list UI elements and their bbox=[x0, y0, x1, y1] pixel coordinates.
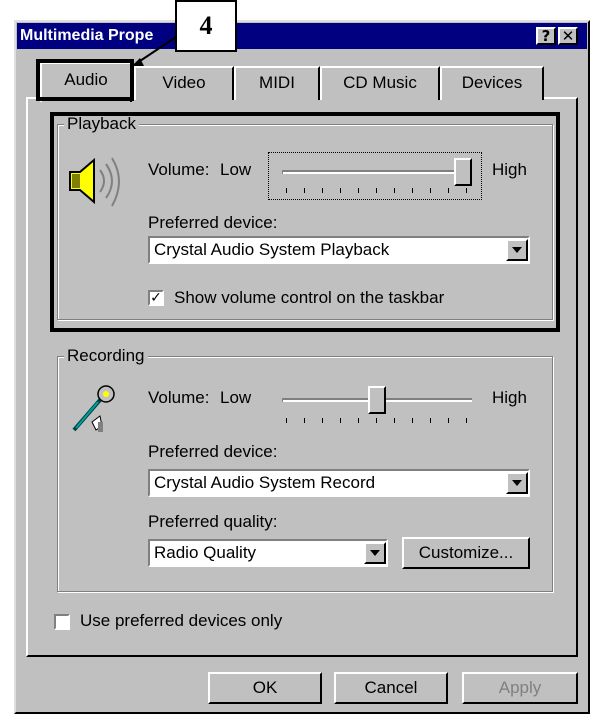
ok-label: OK bbox=[252, 678, 278, 697]
ok-button[interactable]: OK bbox=[208, 672, 322, 704]
slider-tick bbox=[412, 188, 413, 193]
recording-volume-label: Volume: bbox=[148, 388, 210, 407]
callout-number: 4 bbox=[175, 0, 237, 52]
microphone-icon bbox=[72, 385, 115, 432]
quality-dropdown[interactable]: Radio Quality bbox=[148, 539, 388, 567]
recording-preferred-device-label: Preferred device: bbox=[148, 442, 278, 461]
speaker-icon bbox=[69, 157, 120, 207]
show-volume-control-checkbox[interactable]: ✓ bbox=[148, 290, 164, 306]
tab-devices-label: Devices bbox=[461, 73, 523, 92]
customize-label: Customize... bbox=[418, 543, 514, 562]
slider-tick bbox=[412, 418, 413, 423]
slider-tick bbox=[358, 418, 359, 423]
cancel-label: Cancel bbox=[364, 678, 418, 697]
apply-button[interactable]: Apply bbox=[462, 672, 578, 704]
playback-low-label: Low bbox=[220, 160, 252, 179]
apply-label: Apply bbox=[498, 678, 542, 697]
slider-tick bbox=[466, 188, 467, 193]
playback-volume-text: Volume: bbox=[148, 160, 210, 179]
close-button[interactable]: ✕ bbox=[558, 27, 578, 45]
slider-tick bbox=[322, 418, 323, 423]
recording-slider-ticks bbox=[286, 418, 467, 424]
recording-device-dropdown[interactable]: Crystal Audio System Record bbox=[148, 469, 530, 497]
recording-group-label: Recording bbox=[64, 347, 148, 365]
recording-high-label: High bbox=[492, 388, 527, 407]
recording-dropdown-arrow-icon[interactable] bbox=[506, 472, 528, 494]
slider-tick bbox=[394, 188, 395, 193]
quality-value: Radio Quality bbox=[154, 543, 257, 562]
slider-tick bbox=[376, 418, 377, 423]
slider-tick bbox=[304, 188, 305, 193]
slider-tick bbox=[376, 188, 377, 193]
audio-tab-highlight bbox=[36, 59, 134, 101]
tab-devices[interactable]: Devices bbox=[440, 66, 544, 100]
slider-tick bbox=[466, 418, 467, 423]
customize-button[interactable]: Customize... bbox=[402, 537, 530, 569]
playback-slider-ticks bbox=[286, 188, 467, 194]
slider-tick bbox=[286, 418, 287, 423]
cancel-button[interactable]: Cancel bbox=[334, 672, 448, 704]
recording-low-label: Low bbox=[220, 388, 252, 407]
tab-video-label: Video bbox=[162, 73, 206, 92]
recording-slider-thumb[interactable] bbox=[368, 386, 386, 414]
show-volume-control-label[interactable]: Show volume control on the taskbar bbox=[174, 288, 444, 308]
slider-tick bbox=[448, 418, 449, 423]
slider-tick bbox=[322, 188, 323, 193]
slider-tick bbox=[430, 188, 431, 193]
tab-cd-music[interactable]: CD Music bbox=[320, 66, 440, 100]
slider-tick bbox=[286, 188, 287, 193]
playback-slider-track bbox=[282, 170, 472, 174]
slider-tick bbox=[448, 188, 449, 193]
quality-dropdown-arrow-icon[interactable] bbox=[364, 542, 386, 564]
playback-device-dropdown[interactable]: Crystal Audio System Playback bbox=[148, 236, 530, 264]
tab-cd-music-label: CD Music bbox=[343, 73, 417, 92]
preferred-quality-label: Preferred quality: bbox=[148, 512, 278, 531]
tab-midi[interactable]: MIDI bbox=[234, 66, 320, 100]
recording-device-value: Crystal Audio System Record bbox=[154, 473, 376, 492]
slider-tick bbox=[430, 418, 431, 423]
playback-high-label: High bbox=[492, 160, 527, 179]
playback-volume-label: Volume: bbox=[148, 160, 209, 180]
slider-tick bbox=[358, 188, 359, 193]
slider-tick bbox=[304, 418, 305, 423]
playback-slider-thumb[interactable] bbox=[454, 158, 472, 186]
use-preferred-devices-checkbox[interactable] bbox=[54, 614, 70, 630]
use-preferred-devices-label[interactable]: Use preferred devices only bbox=[80, 611, 282, 631]
tab-video[interactable]: Video bbox=[134, 66, 234, 100]
tab-midi-label: MIDI bbox=[259, 73, 295, 92]
playback-dropdown-arrow-icon[interactable] bbox=[506, 239, 528, 261]
slider-tick bbox=[340, 418, 341, 423]
slider-tick bbox=[394, 418, 395, 423]
slider-tick bbox=[340, 188, 341, 193]
help-button[interactable]: ? bbox=[536, 27, 556, 45]
playback-device-value: Crystal Audio System Playback bbox=[154, 240, 390, 259]
playback-preferred-device-label: Preferred device: bbox=[148, 213, 278, 232]
